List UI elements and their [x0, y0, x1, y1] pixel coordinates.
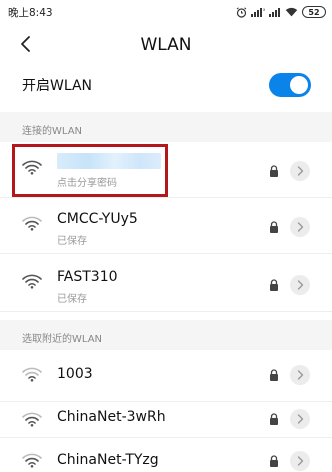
wifi-icon: [22, 216, 42, 231]
lock-icon: [270, 455, 278, 467]
wifi-network-name: ChinaNet-TYzg: [57, 452, 159, 468]
nearby-section-header: 选取附近的WLAN: [0, 320, 332, 350]
wifi-network-name: ChinaNet-3wRh: [57, 409, 166, 425]
wifi-status-icon: [285, 7, 298, 17]
page-title: WLAN: [140, 35, 192, 55]
wlan-toggle-row: 开启WLAN: [0, 66, 332, 104]
lock-icon: [270, 413, 278, 425]
nearby-section-title: 选取附近的WLAN: [22, 334, 103, 345]
chevron-right-icon: [297, 456, 304, 466]
signal-icon: [269, 8, 280, 17]
network-details-button[interactable]: [290, 217, 310, 237]
battery-level: 52: [308, 7, 320, 17]
connected-section-title: 连接的WLAN: [22, 126, 83, 137]
status-time: 晚上8:43: [8, 6, 53, 19]
toggle-knob: [290, 76, 308, 94]
connected-network-name-redacted: [57, 153, 161, 169]
wifi-network-name: CMCC-YUy5: [57, 211, 138, 227]
connected-network-subtitle: 点击分享密码: [57, 178, 117, 189]
wifi-row-nearby[interactable]: ChinaNet-3wRh: [0, 402, 332, 438]
wifi-row-saved[interactable]: CMCC-YUy5 已保存: [0, 198, 332, 254]
wifi-network-status: 已保存: [57, 236, 87, 247]
status-icons: x 52: [236, 6, 326, 18]
title-bar: WLAN: [0, 24, 332, 66]
chevron-right-icon: [297, 370, 304, 380]
lock-icon: [270, 279, 278, 291]
wifi-network-status: 已保存: [57, 294, 87, 305]
wifi-icon: [22, 453, 42, 468]
wifi-row-nearby[interactable]: ChinaNet-TYzg: [0, 438, 332, 472]
chevron-right-icon: [297, 222, 304, 232]
lock-icon: [270, 221, 278, 233]
wifi-network-name: FAST310: [57, 269, 118, 285]
connected-section-header: 连接的WLAN: [0, 112, 332, 142]
lock-icon: [270, 165, 278, 177]
network-details-button[interactable]: [290, 451, 310, 471]
wifi-network-name: 1003: [57, 366, 93, 382]
status-bar: 晚上8:43 x 52: [0, 0, 332, 24]
lock-icon: [270, 369, 278, 381]
wifi-icon: [22, 367, 42, 382]
svg-text:x: x: [263, 7, 265, 12]
wlan-toggle-label: 开启WLAN: [22, 78, 93, 94]
chevron-right-icon: [297, 280, 304, 290]
alarm-icon: [236, 6, 247, 18]
network-details-button[interactable]: [290, 409, 310, 429]
wifi-icon: [22, 274, 42, 289]
network-details-button[interactable]: [290, 365, 310, 385]
network-details-button[interactable]: [290, 275, 310, 295]
signal-icon: x: [251, 7, 265, 17]
chevron-right-icon: [297, 166, 304, 176]
wlan-toggle-switch[interactable]: [269, 73, 311, 97]
network-details-button[interactable]: [290, 161, 310, 181]
wifi-row-nearby[interactable]: 1003: [0, 350, 332, 402]
wifi-icon: [22, 160, 42, 175]
wifi-icon: [22, 412, 42, 427]
battery-indicator: 52: [302, 6, 326, 18]
chevron-right-icon: [297, 414, 304, 424]
wifi-row-saved[interactable]: FAST310 已保存: [0, 254, 332, 312]
wifi-row-connected[interactable]: 点击分享密码: [0, 142, 332, 198]
